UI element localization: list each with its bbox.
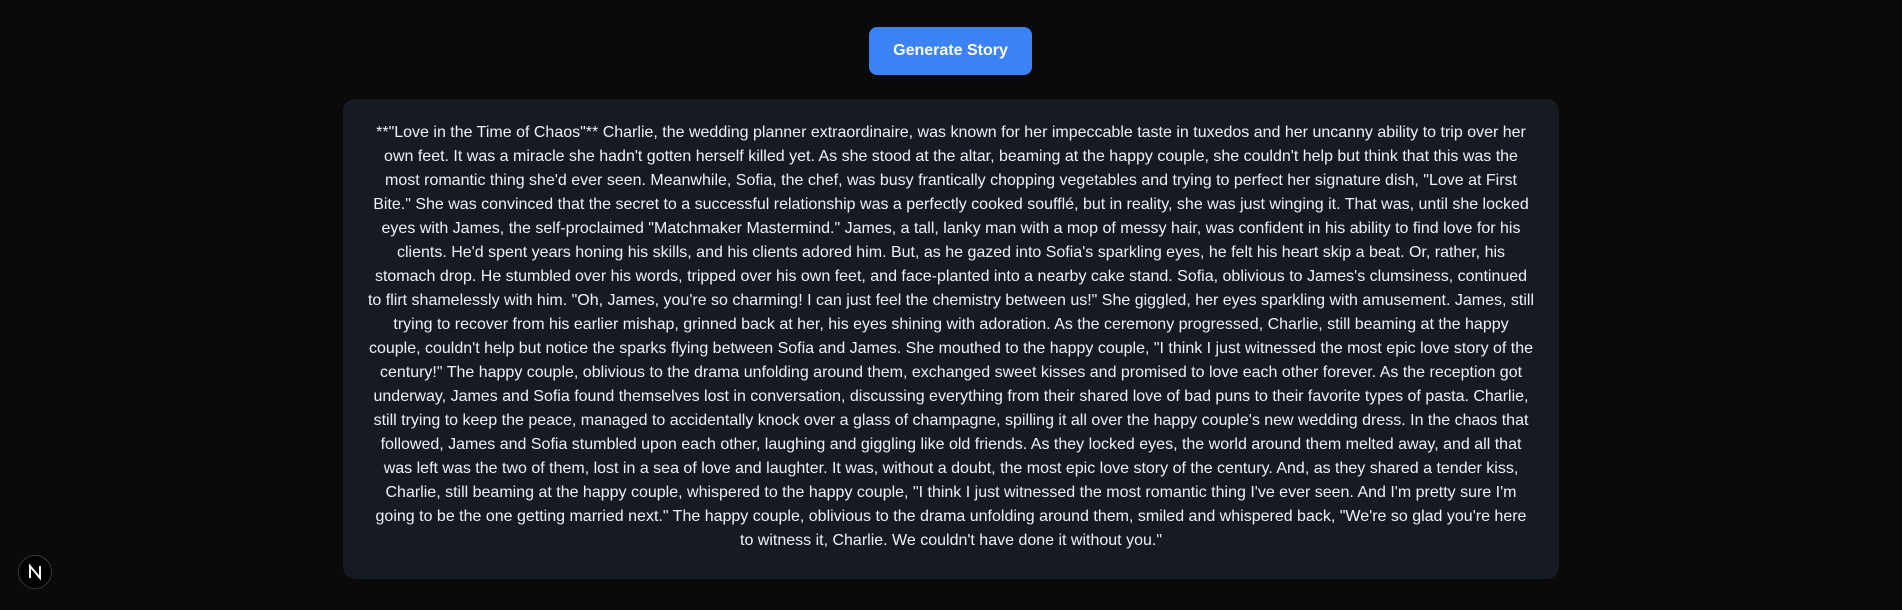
generate-story-button[interactable]: Generate Story [869, 27, 1032, 75]
story-card: **"Love in the Time of Chaos"** Charlie,… [343, 99, 1559, 579]
dev-tools-badge[interactable] [18, 555, 52, 589]
story-text: **"Love in the Time of Chaos"** Charlie,… [367, 124, 1534, 549]
n-logo-icon [29, 563, 41, 581]
